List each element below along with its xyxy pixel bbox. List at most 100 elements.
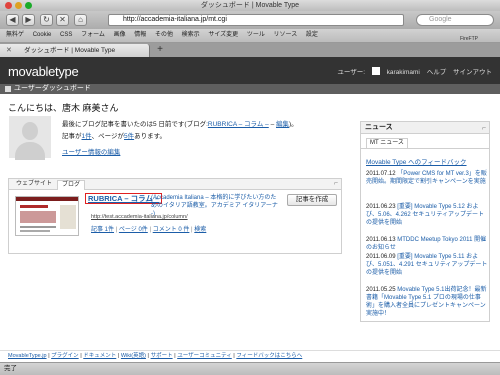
back-arrow-icon: ◀ <box>9 15 16 24</box>
tab-mt-news[interactable]: MT ニュース <box>366 138 408 148</box>
stats-mid: 、ページが <box>91 133 124 140</box>
blog-url-link[interactable]: http://test.accademia-italiana.jp/column… <box>91 214 188 220</box>
news-date: 2011.06.23 <box>366 204 396 210</box>
blog-comments-link[interactable]: コメント 0 件 <box>153 227 190 233</box>
back-button[interactable]: ◀ <box>6 14 19 26</box>
last-post-suffix: )。 <box>289 121 298 128</box>
widget-menu-icon[interactable]: ⌐ <box>482 123 486 135</box>
reload-button[interactable]: ↻ <box>40 14 53 26</box>
new-tab-button[interactable]: + <box>154 44 166 56</box>
blog-search-link[interactable]: 検索 <box>194 227 206 233</box>
forward-button[interactable]: ▶ <box>22 14 35 26</box>
news-widget: ニュース ⌐ MT ニュース Movable Type へのフィードバック 20… <box>360 121 490 322</box>
zoom-window-button[interactable] <box>25 2 32 9</box>
mt-footer: MovableType.jp | プラグイン | ドキュメント | Wiki(英… <box>0 350 500 362</box>
news-date: 2011.07.12 <box>366 171 396 177</box>
help-link[interactable]: ヘルプ <box>427 69 447 76</box>
mt-header: movabletype ユーザー: karakimami ヘルプ サインアウト <box>0 57 500 84</box>
browser-toolbar: ◀ ▶ ↻ ✕ ⌂ http://accademia-italiana.jp/m… <box>0 11 500 29</box>
dashboard-bar: ユーザーダッシュボード <box>0 84 500 94</box>
blog-widget-tabs: ウェブサイト ブログ ⌐ <box>9 179 341 190</box>
footer-link[interactable]: ドキュメント <box>83 353 116 359</box>
news-title: ニュース <box>365 124 393 131</box>
dashboard-title: ユーザーダッシュボード <box>14 85 91 92</box>
avatar-head-icon <box>22 122 38 140</box>
stats-pages-link[interactable]: 5件 <box>124 133 134 140</box>
last-post-prefix: 最後にブログ記事を書いたのは5 日前です(ブログ: <box>62 121 208 128</box>
close-window-button[interactable] <box>5 2 12 9</box>
user-avatar <box>9 116 51 160</box>
bookmark-item[interactable]: サイズ変更 <box>208 29 238 42</box>
bookmark-item[interactable]: CSS <box>60 29 72 42</box>
bookmark-item[interactable]: リソース <box>274 29 298 42</box>
footer-link[interactable]: フィードバックはこちらへ <box>236 353 302 359</box>
new-entry-button[interactable]: 記事を作成 <box>287 194 337 206</box>
bookmark-item[interactable]: 検索示 <box>182 29 200 42</box>
bookmark-item[interactable]: 無料ゲ <box>6 29 24 42</box>
news-item[interactable]: 2011.06.09 [重要] Movable Type 5.11 および、5.… <box>366 253 488 277</box>
signout-link[interactable]: サインアウト <box>453 69 492 76</box>
news-tab-divider <box>361 148 489 149</box>
url-field[interactable]: http://accademia-italiana.jp/mt.cgi <box>108 14 404 26</box>
last-post-blog-link[interactable]: RUBRICA – コラム – <box>208 121 269 128</box>
dashboard-icon <box>5 86 11 92</box>
browser-tab[interactable]: ✕ ダッシュボード | Movable Type <box>0 44 150 57</box>
greeting: こんにちは、唐木 麻美さん <box>8 103 119 113</box>
tab-blog[interactable]: ブログ <box>57 180 86 190</box>
reload-icon: ↻ <box>43 15 50 24</box>
blog-pages-link[interactable]: ページ 0件 <box>119 227 148 233</box>
search-field[interactable]: Google <box>416 14 494 26</box>
news-widget-header: ニュース ⌐ <box>361 122 489 134</box>
bookmark-item[interactable]: 画像 <box>114 29 126 42</box>
blog-actions: 記事 1件 | ページ 0件 | コメント 0 件 | 検索 <box>91 227 207 233</box>
bookmark-item[interactable]: 設定 <box>306 29 318 42</box>
tab-close-icon[interactable]: ✕ <box>6 44 12 57</box>
news-item[interactable]: 2011.06.13 MTDDC Meetup Tokyo 2011 開催のお知… <box>366 236 488 252</box>
news-item[interactable]: 2011.07.12 「Power CMS for MT ver.3」を販売開始… <box>366 170 488 186</box>
news-item[interactable]: 2011.05.25 Movable Type 5.1出荷記念！最新書籍「Mov… <box>366 286 488 318</box>
footer-link[interactable]: ユーザーコミュニティ <box>177 353 232 359</box>
status-text: 完了 <box>4 365 17 372</box>
last-post-sep: – <box>268 121 276 128</box>
bookmark-item[interactable]: 情報 <box>134 29 146 42</box>
footer-sep: | <box>48 353 50 359</box>
footer-link[interactable]: Wiki(英語) <box>121 353 146 359</box>
bookmark-item[interactable]: その他 <box>155 29 173 42</box>
dashboard-content: こんにちは、唐木 麻美さん 最後にブログ記事を書いたのは5 日前です(ブログ:R… <box>0 94 500 350</box>
tab-label: ダッシュボード | Movable Type <box>24 47 116 54</box>
home-button[interactable]: ⌂ <box>74 14 87 26</box>
footer-sep: | <box>147 353 150 359</box>
news-date: 2011.05.25 <box>366 287 396 293</box>
footer-sep: | <box>117 353 120 359</box>
avatar-body-icon <box>15 142 45 160</box>
bookmark-item[interactable]: Cookie <box>33 29 52 42</box>
last-post-edit-link[interactable]: 編集 <box>276 121 289 128</box>
tab-website[interactable]: ウェブサイト <box>12 180 56 190</box>
browser-window: ダッシュボード | Movable Type ◀ ▶ ↻ ✕ ⌂ http://… <box>0 0 500 375</box>
minimize-window-button[interactable] <box>15 2 22 9</box>
news-date: 2011.06.13 <box>366 237 396 243</box>
footer-link[interactable]: MovableType.jp <box>8 353 47 359</box>
news-item[interactable]: 2011.06.23 [重要] Movable Type 5.12 および、5.… <box>366 203 488 227</box>
stats-entries-link[interactable]: 1件 <box>82 133 92 140</box>
stats-info: 記事が1件、ページが5件あります。 <box>62 130 166 140</box>
blog-thumbnail[interactable] <box>15 196 79 236</box>
movabletype-logo[interactable]: movabletype <box>8 64 79 79</box>
username-link[interactable]: karakimami <box>387 69 420 76</box>
footer-link[interactable]: プラグイン <box>51 353 79 359</box>
feedback-link[interactable]: Movable Type へのフィードバック <box>366 156 467 166</box>
news-date: 2011.06.09 <box>366 254 396 260</box>
footer-sep: | <box>80 353 82 359</box>
blog-entries-link[interactable]: 記事 1件 <box>91 227 114 233</box>
footer-link[interactable]: サポート <box>151 353 173 359</box>
user-avatar-icon <box>371 67 380 75</box>
stop-button[interactable]: ✕ <box>56 14 69 26</box>
window-titlebar: ダッシュボード | Movable Type <box>0 0 500 11</box>
url-text: http://accademia-italiana.jp/mt.cgi <box>123 16 227 23</box>
widget-menu-icon[interactable]: ⌐ <box>334 180 338 187</box>
edit-profile-link[interactable]: ユーザー情報の編集 <box>62 146 120 156</box>
last-post-info: 最後にブログ記事を書いたのは5 日前です(ブログ:RUBRICA – コラム –… <box>62 118 298 128</box>
bookmark-item[interactable]: フォーム <box>81 29 105 42</box>
bookmark-item[interactable]: ツール <box>247 29 265 42</box>
home-icon: ⌂ <box>78 15 83 24</box>
